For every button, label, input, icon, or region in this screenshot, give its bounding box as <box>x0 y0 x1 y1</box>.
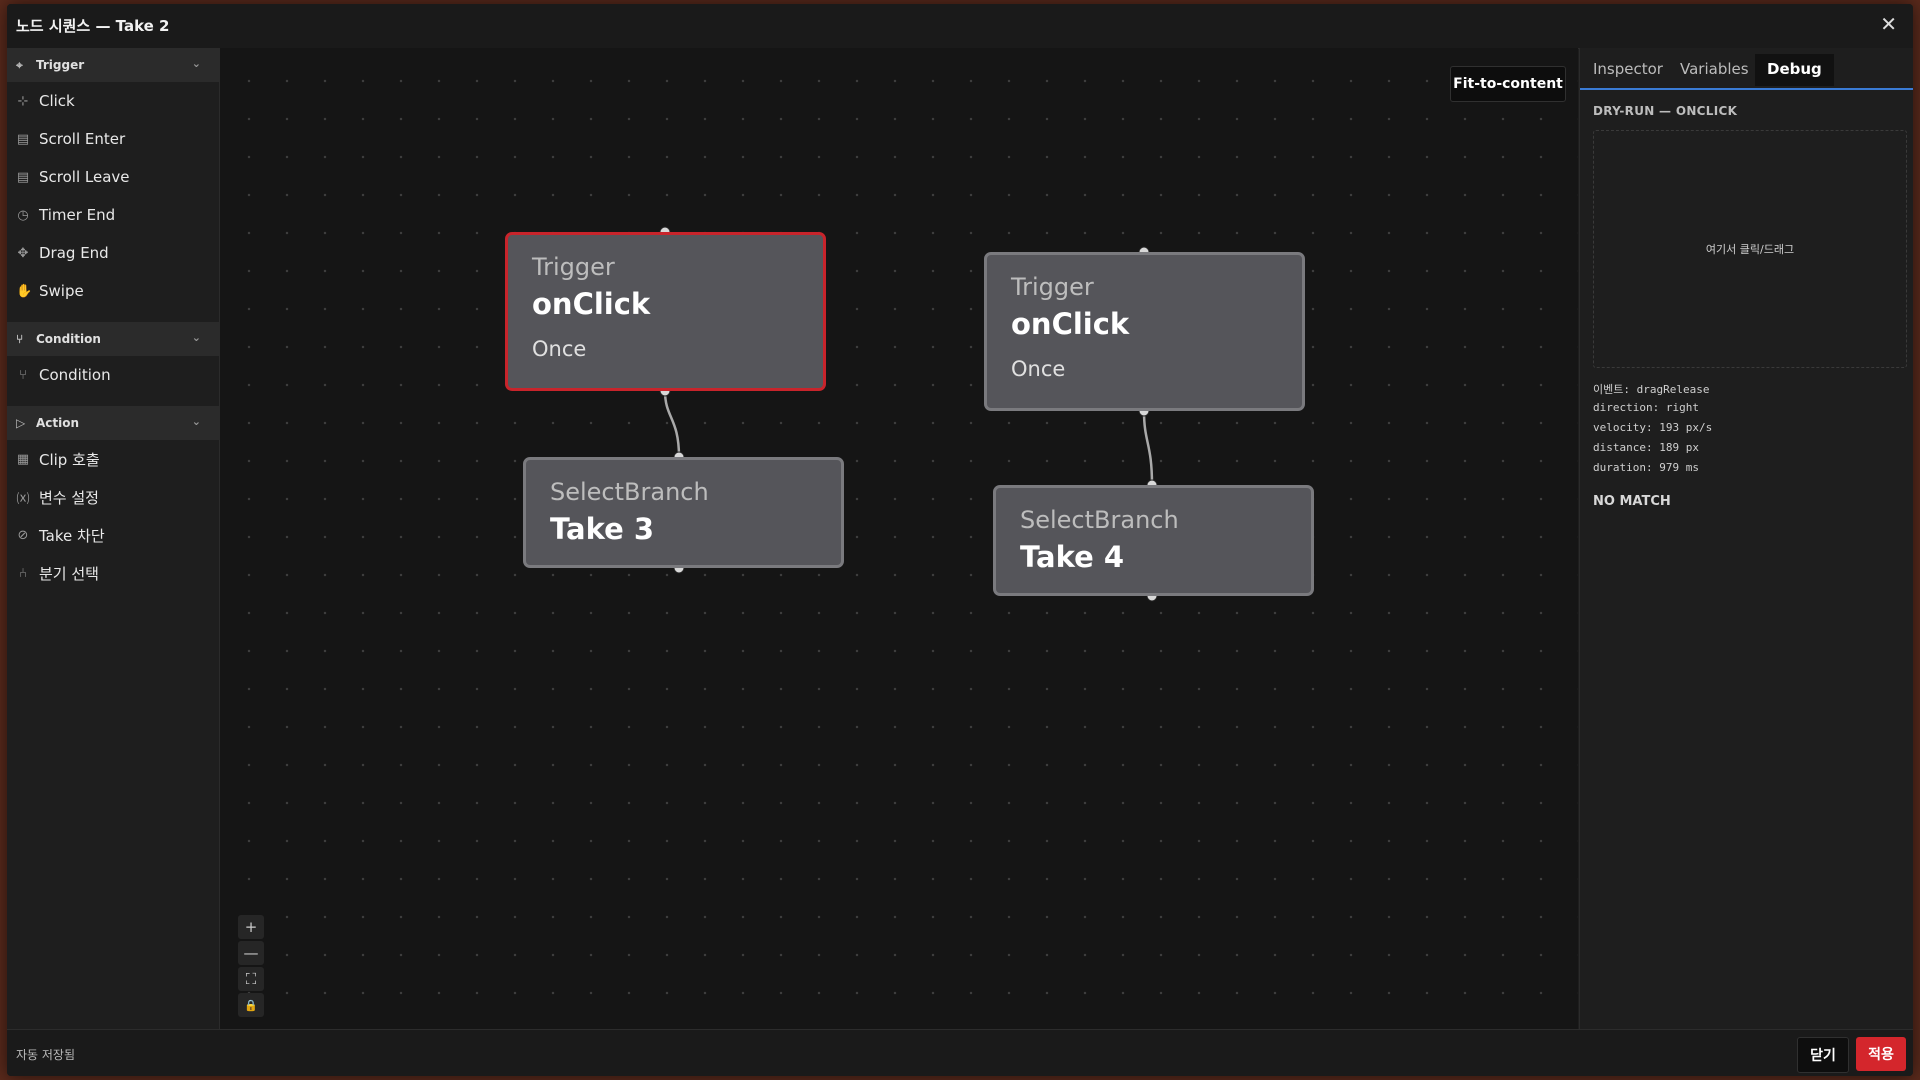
wire-trigger-2-to-branch-2 <box>1142 410 1154 486</box>
click-icon: ⊹ <box>17 93 29 109</box>
close-button[interactable]: 닫기 <box>1797 1037 1849 1073</box>
wire-trigger-1-to-branch-1 <box>663 390 681 458</box>
palette-item-timer-end[interactable]: ◷ Timer End <box>7 196 219 234</box>
palette-item-label: Click <box>39 92 75 110</box>
branch-icon: ⑃ <box>19 565 27 581</box>
close-icon[interactable]: ✕ <box>1880 12 1897 36</box>
tab-inspector[interactable]: Inspector <box>1593 60 1663 78</box>
palette-item-set-variable[interactable]: ⒳ 변수 설정 <box>7 478 219 516</box>
palette-item-click[interactable]: ⊹ Click <box>7 82 219 120</box>
node-name: onClick <box>1011 307 1130 341</box>
debug-line: direction: right <box>1593 401 1699 414</box>
condition-icon: ⑂ <box>16 332 24 346</box>
palette-item-label: 변수 설정 <box>39 488 99 507</box>
scroll-leave-icon: ▤ <box>16 169 30 185</box>
chevron-down-icon[interactable]: ⌄ <box>192 415 201 428</box>
node-name: onClick <box>532 287 651 321</box>
test-input-dropzone[interactable]: 여기서 클릭/드래그 <box>1593 130 1907 368</box>
node-palette-sidebar: ⌖ Trigger ⌄ ⊹ Click ▤ Scroll Enter ▤ Scr… <box>7 48 220 1029</box>
palette-item-scroll-enter[interactable]: ▤ Scroll Enter <box>7 120 219 158</box>
palette-item-label: Scroll Leave <box>39 168 130 186</box>
palette-item-swipe[interactable]: ✋ Swipe <box>7 272 219 310</box>
condition-icon: ⑂ <box>19 367 27 383</box>
section-header-condition[interactable]: ⑂ Condition ⌄ <box>7 322 219 356</box>
autosave-status: 자동 저장됨 <box>16 1048 76 1062</box>
node-type: Trigger <box>1011 273 1094 301</box>
node-selectbranch-take4[interactable]: SelectBranch Take 4 <box>993 485 1314 596</box>
node-sequence-window: 노드 시퀀스 — Take 2 ✕ ⌖ Trigger ⌄ ⊹ Click ▤ … <box>7 4 1913 1076</box>
clip-icon: ▦ <box>16 451 30 467</box>
trigger-icon: ⌖ <box>16 57 23 72</box>
palette-item-condition[interactable]: ⑂ Condition <box>7 356 219 394</box>
swipe-icon: ✋ <box>16 283 33 299</box>
dry-run-title: DRY-RUN — ONCLICK <box>1593 104 1738 118</box>
section-label: Trigger <box>36 58 85 72</box>
palette-item-label: Scroll Enter <box>39 130 126 148</box>
node-trigger-onclick-1[interactable]: Trigger onClick Once <box>505 232 826 391</box>
fit-view-icon[interactable]: ⛶ <box>238 967 264 991</box>
palette-item-label: Clip 호출 <box>39 450 100 469</box>
palette-item-label: Drag End <box>39 244 109 262</box>
tab-debug[interactable]: Debug <box>1755 54 1834 86</box>
node-mode: Once <box>1011 357 1066 381</box>
lock-icon[interactable]: 🔒 <box>238 993 264 1017</box>
debug-line: distance: 189 px <box>1593 441 1699 454</box>
section-header-action[interactable]: ▷ Action ⌄ <box>7 406 219 440</box>
node-name: Take 4 <box>1020 540 1125 574</box>
palette-item-label: Take 차단 <box>39 526 105 545</box>
window-title: 노드 시퀀스 — Take 2 <box>16 17 170 35</box>
palette-item-label: 분기 선택 <box>39 564 99 583</box>
variable-icon: ⒳ <box>16 491 30 507</box>
node-name: Take 3 <box>550 512 655 546</box>
footer-bar: 자동 저장됨 닫기 적용 <box>7 1029 1913 1076</box>
title-bar: 노드 시퀀스 — Take 2 ✕ <box>7 4 1913 49</box>
palette-item-clip-call[interactable]: ▦ Clip 호출 <box>7 440 219 478</box>
palette-item-scroll-leave[interactable]: ▤ Scroll Leave <box>7 158 219 196</box>
palette-item-label: Timer End <box>39 206 116 224</box>
action-icon: ▷ <box>16 416 26 430</box>
palette-item-label: Condition <box>39 366 111 384</box>
timer-icon: ◷ <box>17 207 29 223</box>
apply-button[interactable]: 적용 <box>1856 1037 1906 1071</box>
debug-line: velocity: 193 px/s <box>1593 421 1713 434</box>
drag-icon: ✥ <box>17 245 29 261</box>
debug-line: duration: 979 ms <box>1593 461 1699 474</box>
tab-variables[interactable]: Variables <box>1680 60 1749 78</box>
node-type: SelectBranch <box>550 478 709 506</box>
connection-wires <box>659 226 1158 602</box>
dry-run-result: NO MATCH <box>1593 494 1671 509</box>
palette-item-label: Swipe <box>39 282 84 300</box>
zoom-out-button[interactable]: — <box>238 941 264 965</box>
palette-item-select-branch[interactable]: ⑃ 분기 선택 <box>7 554 219 592</box>
chevron-down-icon[interactable]: ⌄ <box>192 57 201 70</box>
dropzone-hint: 여기서 클릭/드래그 <box>1705 243 1795 256</box>
panel-tabs: Inspector Variables Debug <box>1580 48 1913 90</box>
zoom-in-button[interactable]: + <box>238 915 264 939</box>
palette-item-block-take[interactable]: ⊘ Take 차단 <box>7 516 219 554</box>
block-icon: ⊘ <box>17 527 29 543</box>
chevron-down-icon[interactable]: ⌄ <box>192 331 201 344</box>
scroll-enter-icon: ▤ <box>16 131 30 147</box>
node-selectbranch-take3[interactable]: SelectBranch Take 3 <box>523 457 844 568</box>
right-panel: Inspector Variables Debug DRY-RUN — ONCL… <box>1579 48 1913 1029</box>
section-header-trigger[interactable]: ⌖ Trigger ⌄ <box>7 48 219 82</box>
section-label: Action <box>36 416 80 430</box>
node-type: Trigger <box>532 253 615 281</box>
node-type: SelectBranch <box>1020 506 1179 534</box>
node-trigger-onclick-2[interactable]: Trigger onClick Once <box>984 252 1305 411</box>
fit-to-content-button[interactable]: Fit-to-content <box>1450 66 1566 102</box>
section-label: Condition <box>36 332 101 346</box>
node-canvas[interactable]: Trigger onClick Once SelectBranch Take 3… <box>220 48 1578 1029</box>
node-mode: Once <box>532 337 587 361</box>
debug-line: 이벤트: dragRelease <box>1593 383 1710 396</box>
palette-item-drag-end[interactable]: ✥ Drag End <box>7 234 219 272</box>
